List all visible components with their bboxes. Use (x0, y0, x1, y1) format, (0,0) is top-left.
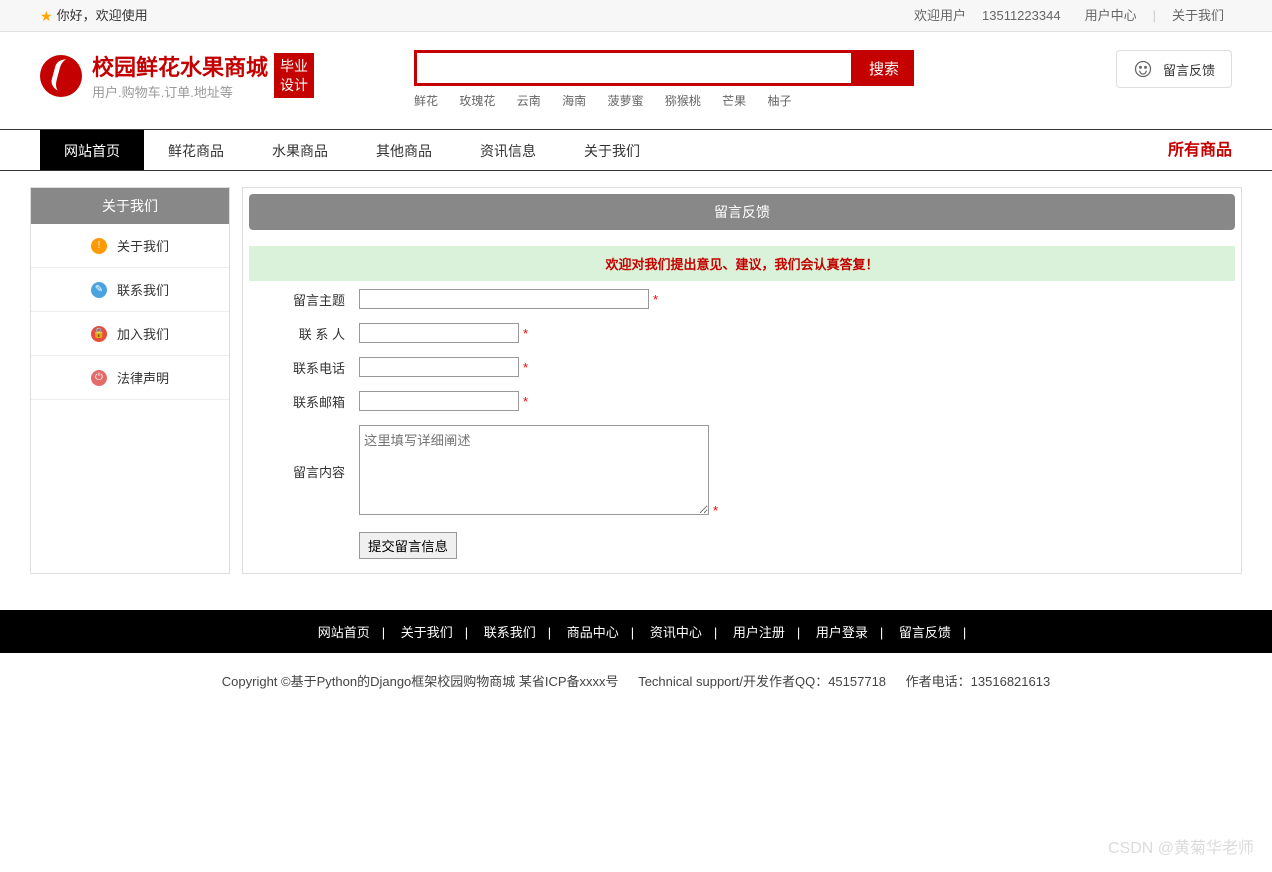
footer-link[interactable]: 商品中心 (555, 625, 631, 640)
panel-title: 留言反馈 (249, 194, 1235, 230)
power-icon: ⏻ (91, 370, 107, 386)
clipboard-icon: ✎ (91, 282, 107, 298)
required-mark: * (523, 360, 528, 375)
nav-news[interactable]: 资讯信息 (456, 130, 560, 170)
label-contact: 联 系 人 (251, 317, 351, 349)
sidebar-item-legal[interactable]: ⏻ 法律声明 (31, 356, 229, 400)
logo-badge: 毕业设计 (274, 53, 314, 97)
required-mark: * (653, 292, 658, 307)
sidebar-item-contact[interactable]: ✎ 联系我们 (31, 268, 229, 312)
nav-about[interactable]: 关于我们 (560, 130, 664, 170)
required-mark: * (523, 394, 528, 409)
input-email[interactable] (359, 391, 519, 411)
sidebar-item-join[interactable]: 🔒 加入我们 (31, 312, 229, 356)
topbar-about-link[interactable]: 关于我们 (1164, 0, 1232, 32)
hot-word[interactable]: 海南 (562, 94, 586, 108)
divider: | (1153, 0, 1156, 32)
sidebar-title: 关于我们 (31, 188, 229, 224)
footer-link[interactable]: 关于我们 (389, 625, 465, 640)
required-mark: * (713, 503, 718, 518)
welcome-text: 你好，欢迎使用 (57, 0, 148, 32)
nav-all-products[interactable]: 所有商品 (1168, 130, 1232, 170)
label-phone: 联系电话 (251, 351, 351, 383)
sidebar-item-label: 法律声明 (117, 368, 169, 387)
footer-link[interactable]: 留言反馈 (887, 625, 963, 640)
hot-word[interactable]: 猕猴桃 (665, 94, 701, 108)
watermark: CSDN @黄菊华老师 (1108, 834, 1254, 858)
sidebar-item-about[interactable]: ! 关于我们 (31, 224, 229, 268)
lock-icon: 🔒 (91, 326, 107, 342)
input-phone[interactable] (359, 357, 519, 377)
footer-link[interactable]: 资讯中心 (638, 625, 714, 640)
footer-link[interactable]: 用户登录 (804, 625, 880, 640)
label-email: 联系邮箱 (251, 385, 351, 417)
textarea-content[interactable] (359, 425, 709, 515)
copyright-text: Copyright ©基于Python的Django框架校园购物商城 某省ICP… (222, 674, 619, 689)
hot-word[interactable]: 玫瑰花 (459, 94, 495, 108)
hot-word[interactable]: 菠萝蜜 (607, 94, 643, 108)
footer-link[interactable]: 网站首页 (306, 625, 382, 640)
submit-button[interactable]: 提交留言信息 (359, 532, 457, 559)
star-icon: ★ (40, 0, 53, 32)
label-subject: 留言主题 (251, 283, 351, 315)
hot-word[interactable]: 柚子 (768, 94, 792, 108)
user-center-link[interactable]: 用户中心 (1077, 0, 1145, 32)
hot-word[interactable]: 云南 (517, 94, 541, 108)
feedback-label: 留言反馈 (1163, 60, 1215, 79)
user-phone-link[interactable]: 13511223344 (974, 0, 1069, 32)
panel-notice: 欢迎对我们提出意见、建议，我们会认真答复！ (249, 246, 1235, 281)
tech-support: Technical support/开发作者QQ：45157718 (638, 674, 886, 689)
search-input[interactable] (414, 50, 854, 86)
hot-word[interactable]: 鲜花 (414, 94, 438, 108)
site-subtitle: 用户.购物车.订单.地址等 (92, 82, 268, 101)
nav-others[interactable]: 其他商品 (352, 130, 456, 170)
headset-icon (1133, 59, 1153, 79)
label-content: 留言内容 (251, 419, 351, 524)
nav-fruits[interactable]: 水果商品 (248, 130, 352, 170)
sidebar-item-label: 关于我们 (117, 236, 169, 255)
hot-word[interactable]: 芒果 (722, 94, 746, 108)
sidebar-item-label: 联系我们 (117, 280, 169, 299)
nav-flowers[interactable]: 鲜花商品 (144, 130, 248, 170)
input-contact[interactable] (359, 323, 519, 343)
hot-words: 鲜花 玫瑰花 云南 海南 菠萝蜜 猕猴桃 芒果 柚子 (414, 92, 914, 109)
info-icon: ! (91, 238, 107, 254)
input-subject[interactable] (359, 289, 649, 309)
search-button[interactable]: 搜索 (854, 50, 914, 86)
footer-link[interactable]: 用户注册 (721, 625, 797, 640)
sidebar-item-label: 加入我们 (117, 324, 169, 343)
logo-block[interactable]: 校园鲜花水果商城 用户.购物车.订单.地址等 毕业设计 (40, 50, 314, 101)
user-prefix: 欢迎用户 (914, 0, 966, 32)
feedback-button[interactable]: 留言反馈 (1116, 50, 1232, 88)
site-title: 校园鲜花水果商城 (92, 50, 268, 82)
footer-link[interactable]: 联系我们 (472, 625, 548, 640)
author-phone: 作者电话：13516821613 (906, 674, 1051, 689)
required-mark: * (523, 326, 528, 341)
nav-home[interactable]: 网站首页 (40, 130, 144, 170)
logo-icon (40, 55, 82, 97)
